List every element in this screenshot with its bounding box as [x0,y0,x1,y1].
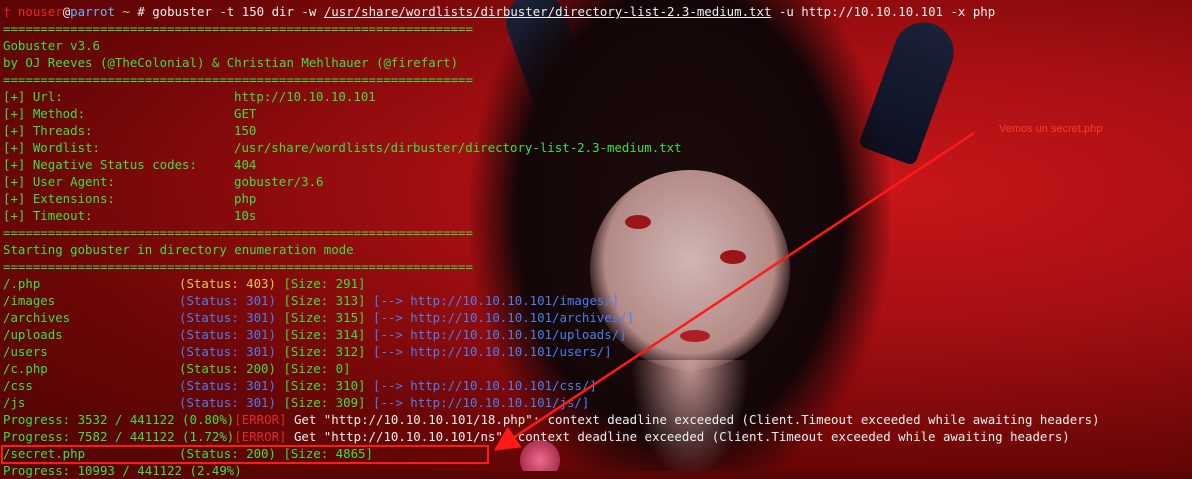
annotation-arrow [493,131,975,451]
annotation-label: Vemos un secret.php [999,123,1103,135]
